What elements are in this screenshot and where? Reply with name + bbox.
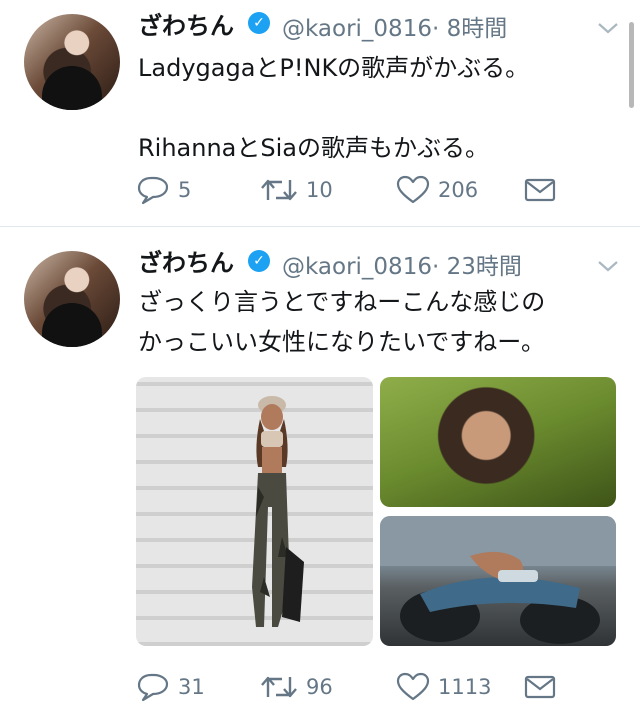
reply-button[interactable]: 31 — [136, 667, 205, 707]
action-bar: 31 96 1113 — [136, 667, 606, 707]
share-button[interactable] — [524, 170, 556, 210]
avatar[interactable] — [24, 14, 120, 110]
photo-motorcycle — [380, 516, 616, 644]
share-button[interactable] — [524, 667, 556, 707]
photo-1[interactable] — [136, 377, 373, 646]
reply-button[interactable]: 5 — [136, 170, 191, 210]
handle: @kaori_0816· 23時間 — [282, 254, 522, 280]
retweet-count: 10 — [306, 178, 333, 202]
tweet-2[interactable]: ざわちん ✓ @kaori_0816· 23時間 ざっくり言うとですねーこんな感… — [0, 227, 640, 722]
display-name[interactable]: ざわちん — [138, 6, 234, 41]
tweet-1[interactable]: ざわちん ✓ @kaori_0816· 8時間 LadygagaとP!NKの歌声… — [0, 0, 640, 227]
share-icon — [524, 675, 556, 699]
chevron-down-icon[interactable] — [596, 258, 620, 274]
tweet-text: LadygagaとP!NKの歌声がかぶる。 RihannaとSiaの歌声もかぶる… — [138, 48, 618, 168]
retweet-button[interactable]: 10 — [260, 170, 333, 210]
like-count: 206 — [438, 178, 479, 202]
avatar[interactable] — [24, 251, 120, 347]
tweet-line: RihannaとSiaの歌声もかぶる。 — [138, 134, 489, 162]
reply-icon — [137, 176, 169, 205]
display-name[interactable]: ざわちん — [138, 243, 234, 278]
media-grid — [136, 377, 616, 646]
retweet-count: 96 — [306, 675, 333, 699]
reply-icon — [137, 673, 169, 702]
tweet-line: かっこいい女性になりたいですねー。 — [138, 328, 546, 356]
photo-subject — [252, 396, 304, 627]
like-icon — [396, 672, 430, 701]
handle: @kaori_0816· 8時間 — [282, 16, 508, 42]
reply-count: 31 — [178, 675, 205, 699]
retweet-icon — [261, 676, 297, 698]
retweet-button[interactable]: 96 — [260, 667, 333, 707]
reply-count: 5 — [178, 178, 192, 202]
share-icon — [524, 178, 556, 202]
like-button[interactable]: 1113 — [396, 667, 491, 707]
action-bar: 5 10 206 — [136, 170, 606, 210]
like-count: 1113 — [438, 675, 492, 699]
photo-3[interactable] — [380, 516, 616, 646]
verified-badge-icon: ✓ — [248, 12, 270, 34]
like-icon — [396, 175, 430, 204]
like-button[interactable]: 206 — [396, 170, 478, 210]
tweet-text: ざっくり言うとですねーこんな感じの かっこいい女性になりたいですねー。 — [138, 282, 618, 362]
retweet-icon — [261, 179, 297, 201]
verified-badge-icon: ✓ — [248, 250, 270, 272]
tweet-line: ざっくり言うとですねーこんな感じの — [138, 288, 546, 316]
tweet-line: LadygagaとP!NKの歌声がかぶる。 — [138, 54, 530, 82]
scrollbar[interactable] — [629, 22, 634, 108]
photo-2[interactable] — [380, 377, 616, 507]
tweet-line — [138, 88, 618, 128]
chevron-down-icon[interactable] — [596, 20, 620, 36]
